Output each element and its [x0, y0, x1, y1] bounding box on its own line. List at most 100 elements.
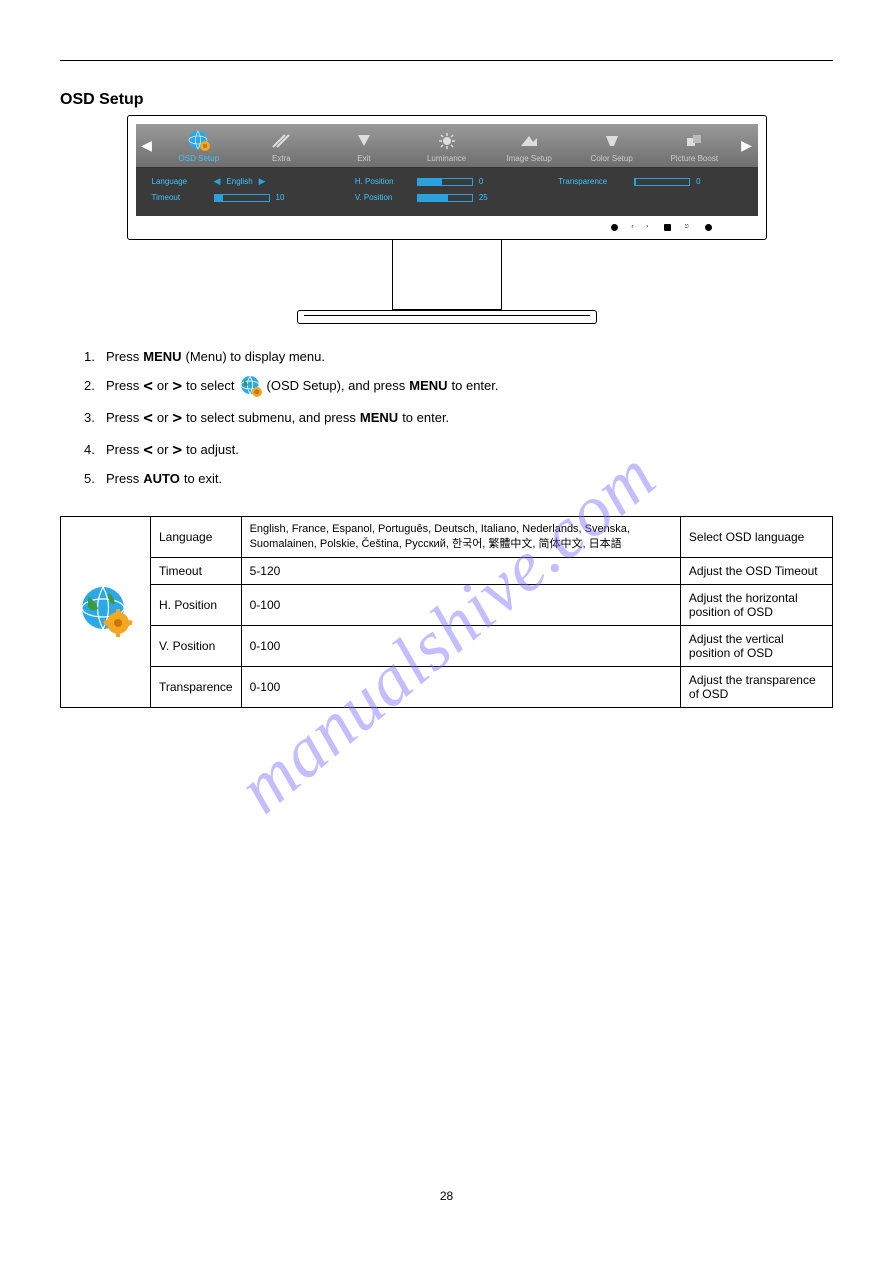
left-icon: ‹ [631, 224, 635, 230]
osd-tab-picture-boost[interactable]: Picture Boost [653, 124, 736, 167]
step-number: 3. [84, 405, 102, 431]
table-cell: Transparence [151, 667, 242, 708]
tab-label: OSD Setup [160, 154, 239, 163]
instruction-step-3: 3.Press < or > to select submenu, and pr… [84, 402, 833, 434]
text: (Menu) to display menu. [186, 344, 325, 370]
text: to exit. [184, 466, 222, 492]
table-cell: Adjust the transparence of OSD [680, 667, 832, 708]
instruction-list: 1.Press MENU (Menu) to display menu. 2.P… [84, 344, 833, 492]
table-row: H. Position 0-100 Adjust the horizontal … [61, 585, 833, 626]
slider[interactable] [214, 194, 270, 202]
left-angle-icon: < [143, 434, 153, 466]
text: to enter. [402, 405, 449, 431]
table-cell: 0-100 [241, 585, 680, 626]
text: or [157, 373, 169, 399]
step-number: 2. [84, 373, 102, 399]
menu-button-label: MENU [409, 373, 447, 399]
tab-label: Image Setup [490, 154, 569, 163]
text: or [157, 437, 169, 463]
auto-button-icon [705, 224, 712, 231]
osd-nav-left[interactable]: ◀ [136, 124, 158, 167]
table-row: Timeout 5-120 Adjust the OSD Timeout [61, 558, 833, 585]
osd-tab-color-setup[interactable]: Color Setup [570, 124, 653, 167]
label: Transparence [558, 177, 628, 186]
table-icon-cell [61, 517, 151, 708]
slider[interactable] [417, 178, 473, 186]
osd-row-timeout[interactable]: Timeout 10 [152, 193, 335, 202]
label: Timeout [152, 193, 208, 202]
tab-label: Luminance [407, 154, 486, 163]
text: to adjust. [186, 437, 239, 463]
auto-button-label: AUTO [143, 466, 180, 492]
power-button-icon [611, 224, 618, 231]
table-cell: 5-120 [241, 558, 680, 585]
instruction-step-5: 5.Press AUTO to exit. [84, 466, 833, 492]
left-angle-icon: < [143, 402, 153, 434]
osd-tab-luminance[interactable]: Luminance [405, 124, 488, 167]
monitor-stand-base [297, 310, 597, 324]
menu-button-icon [664, 224, 671, 231]
text: Press [106, 405, 139, 431]
tab-label: Extra [242, 154, 321, 163]
table-cell: 0-100 [241, 626, 680, 667]
step-number: 1. [84, 344, 102, 370]
instruction-step-1: 1.Press MENU (Menu) to display menu. [84, 344, 833, 370]
globe-icon [239, 374, 263, 398]
right-angle-icon: > [172, 402, 182, 434]
osd-tab-exit[interactable]: Exit [323, 124, 406, 167]
menu-button-label: MENU [143, 344, 181, 370]
osd-tab-image-setup[interactable]: Image Setup [488, 124, 571, 167]
text: Press [106, 466, 139, 492]
osd-nav-right[interactable]: ▶ [736, 124, 758, 167]
step-number: 5. [84, 466, 102, 492]
value: English [226, 177, 252, 186]
slider[interactable] [634, 178, 690, 186]
table-cell: 0-100 [241, 667, 680, 708]
osd-tab-extra[interactable]: Extra [240, 124, 323, 167]
right-arrow-icon[interactable]: ▶ [259, 176, 266, 187]
label: H. Position [355, 177, 411, 186]
text: or [157, 405, 169, 431]
table-cell: V. Position [151, 626, 242, 667]
instruction-step-4: 4.Press < or > to adjust. [84, 434, 833, 466]
step-number: 4. [84, 437, 102, 463]
osd-row-hposition[interactable]: H. Position0 [355, 176, 538, 187]
slider[interactable] [417, 194, 473, 202]
tab-label: Color Setup [572, 154, 651, 163]
table-cell: Adjust the OSD Timeout [680, 558, 832, 585]
horizontal-rule [60, 60, 833, 61]
right-icon: › [646, 224, 650, 230]
osd-row-language[interactable]: Language ◀ English ▶ [152, 176, 335, 187]
table-cell: Adjust the vertical position of OSD [680, 626, 832, 667]
value: 0 [696, 177, 714, 186]
osd-row-vposition[interactable]: V. Position25 [355, 193, 538, 202]
globe-gear-icon [78, 583, 134, 639]
value: 10 [276, 193, 294, 202]
table-cell: H. Position [151, 585, 242, 626]
menu-button-label: MENU [360, 405, 398, 431]
left-arrow-icon[interactable]: ◀ [214, 176, 221, 187]
left-angle-icon: < [143, 370, 153, 402]
osd-tab-osd-setup[interactable]: OSD Setup [158, 124, 241, 167]
tab-label: Picture Boost [655, 154, 734, 163]
page-number: 28 [0, 1189, 893, 1203]
source-label: ⎋ [685, 224, 691, 230]
table-cell: Select OSD language [680, 517, 832, 558]
osd-row-transparence[interactable]: Transparence 0 [558, 176, 741, 187]
value: 25 [479, 193, 497, 202]
table-cell: Adjust the horizontal position of OSD [680, 585, 832, 626]
text: Press [106, 344, 139, 370]
right-angle-icon: > [172, 370, 182, 402]
settings-table: Language English, France, Espanol, Portu… [60, 516, 833, 708]
monitor-stand-neck [392, 240, 502, 310]
table-cell: English, France, Espanol, Português, Deu… [241, 517, 680, 558]
label: Language [152, 177, 208, 186]
table-cell: Timeout [151, 558, 242, 585]
instruction-step-2: 2.Press < or > to select (OSD Setup), an… [84, 370, 833, 402]
text: Press [106, 437, 139, 463]
text: to select [186, 373, 234, 399]
table-row: V. Position 0-100 Adjust the vertical po… [61, 626, 833, 667]
text: to select submenu, and press [186, 405, 356, 431]
monitor-illustration: ◀ OSD Setup Extra Exit Luminance Image S… [60, 115, 833, 324]
text: (OSD Setup), and press [267, 373, 406, 399]
